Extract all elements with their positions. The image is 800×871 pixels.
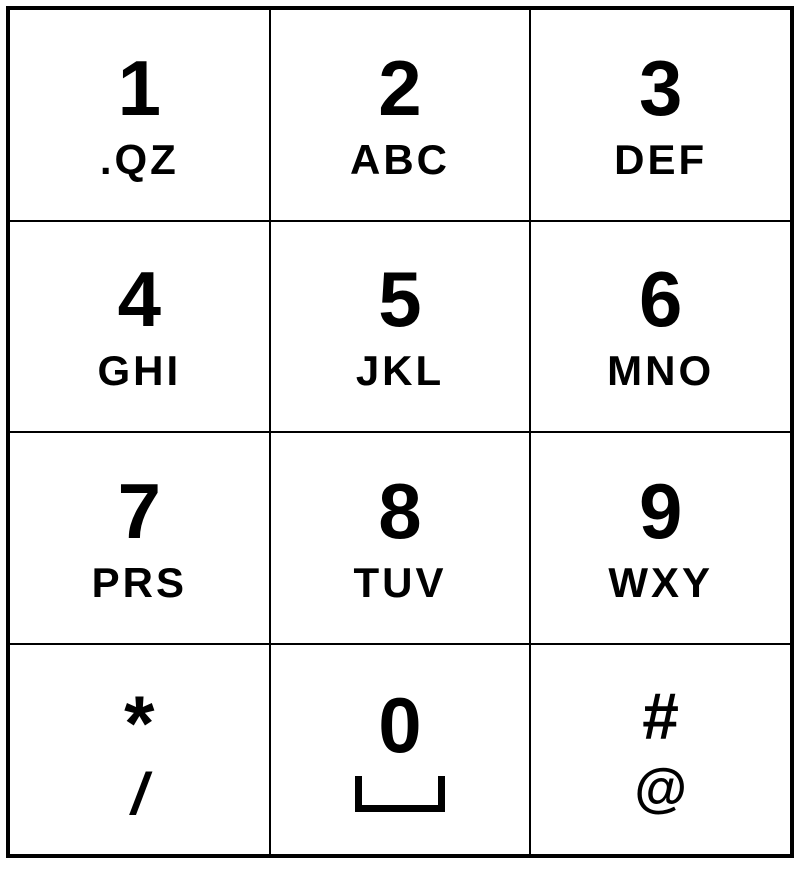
key-digit: 5 (378, 260, 421, 338)
space-icon (355, 776, 445, 812)
key-star[interactable]: * / (9, 644, 270, 856)
key-6[interactable]: 6 MNO (530, 221, 791, 433)
key-digit: 9 (639, 472, 682, 550)
key-letters: TUV (353, 562, 446, 604)
key-digit: 2 (378, 49, 421, 127)
key-digit: 1 (118, 49, 161, 127)
key-letters: GHI (97, 350, 181, 392)
key-digit: 3 (639, 49, 682, 127)
hash-icon: # (642, 683, 679, 749)
key-hash[interactable]: # @ (530, 644, 791, 856)
key-7[interactable]: 7 PRS (9, 432, 270, 644)
key-letters: JKL (356, 350, 444, 392)
key-digit: 0 (378, 686, 421, 764)
key-4[interactable]: 4 GHI (9, 221, 270, 433)
key-1[interactable]: 1 .QZ (9, 9, 270, 221)
key-digit: 4 (118, 260, 161, 338)
key-letters: PRS (92, 562, 187, 604)
key-digit: 6 (639, 260, 682, 338)
key-9[interactable]: 9 WXY (530, 432, 791, 644)
keypad-grid: 1 .QZ 2 ABC 3 DEF 4 GHI 5 JKL 6 MNO 7 PR… (6, 6, 794, 858)
key-letters: .QZ (100, 139, 179, 181)
star-icon: * (124, 692, 154, 754)
key-letters: MNO (607, 350, 714, 392)
at-icon: @ (634, 761, 687, 815)
key-letters: ABC (350, 139, 450, 181)
key-letters: DEF (614, 139, 707, 181)
key-0[interactable]: 0 (270, 644, 531, 856)
key-letters: WXY (608, 562, 713, 604)
key-digit: 8 (378, 472, 421, 550)
key-2[interactable]: 2 ABC (270, 9, 531, 221)
key-3[interactable]: 3 DEF (530, 9, 791, 221)
slash-icon: / (131, 766, 147, 824)
key-8[interactable]: 8 TUV (270, 432, 531, 644)
key-digit: 7 (118, 472, 161, 550)
key-5[interactable]: 5 JKL (270, 221, 531, 433)
